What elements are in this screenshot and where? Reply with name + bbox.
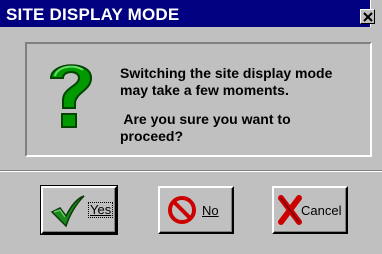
separator-highlight (0, 171, 382, 172)
no-button-label: No (202, 203, 219, 218)
yes-button-label: Yes (88, 202, 114, 218)
no-symbol-icon (168, 196, 196, 224)
no-label-text: No (202, 203, 219, 218)
cancel-button[interactable]: Cancel (272, 186, 348, 234)
dialog-title: SITE DISPLAY MODE (6, 5, 180, 24)
title-bar[interactable]: SITE DISPLAY MODE (0, 0, 371, 27)
question-mark-icon (49, 64, 93, 128)
message-line-3: Are you sure you want to (120, 111, 291, 127)
message-line-2: may take a few moments. (120, 82, 289, 98)
no-button[interactable]: No (158, 186, 234, 234)
red-x-icon (278, 195, 302, 225)
yes-button[interactable]: Yes (40, 185, 118, 235)
close-button[interactable] (360, 9, 375, 24)
message-line-4: proceed? (120, 128, 184, 144)
close-icon (363, 12, 373, 22)
message-line-1: Switching the site display mode (120, 65, 333, 81)
checkmark-icon (50, 195, 85, 228)
cancel-button-label: Cancel (301, 203, 342, 218)
dialog-window: SITE DISPLAY MODE Switching the site dis… (0, 0, 382, 254)
message-panel: Switching the site display mode may take… (25, 42, 372, 157)
yes-label-text: Yes (90, 202, 112, 217)
